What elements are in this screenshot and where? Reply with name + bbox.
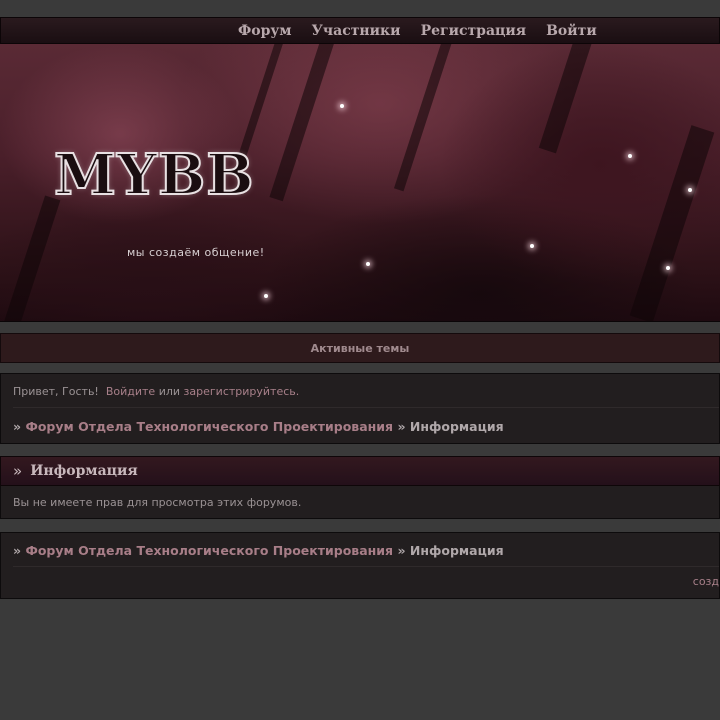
active-topics-link[interactable]: Активные темы	[311, 342, 410, 355]
site-logo[interactable]: MYBB	[53, 141, 255, 209]
breadcrumb: » Форум Отдела Технологического Проектир…	[13, 419, 504, 434]
login-link[interactable]: Войдите	[106, 385, 155, 398]
nav-register[interactable]: Регистрация	[421, 23, 527, 39]
info-message: Вы не имеете прав для просмотра этих фор…	[13, 496, 302, 509]
double-chevron-icon: »	[13, 462, 23, 480]
active-topics-bar: Активные темы	[0, 333, 720, 363]
welcome-text: Привет, Гость! Войдите или зарегистрируй…	[13, 385, 300, 398]
breadcrumb-current: Информация	[409, 419, 504, 434]
nav-forum[interactable]: Форум	[238, 23, 292, 39]
bottom-panel: » Форум Отдела Технологического Проектир…	[0, 532, 720, 599]
info-header: » Информация	[0, 456, 720, 486]
info-body: Вы не имеете прав для просмотра этих фор…	[0, 486, 720, 519]
breadcrumb-forum-link[interactable]: Форум Отдела Технологического Проектиров…	[25, 543, 393, 558]
site-slogan: мы создаём общение!	[127, 246, 265, 259]
breadcrumb-bottom: » Форум Отдела Технологического Проектир…	[13, 543, 504, 558]
divider	[13, 407, 719, 408]
nav-members[interactable]: Участники	[312, 23, 401, 39]
breadcrumb-forum-link[interactable]: Форум Отдела Технологического Проектиров…	[25, 419, 393, 434]
register-link[interactable]: зарегистрируйтесь.	[184, 385, 300, 398]
welcome-panel: Привет, Гость! Войдите или зарегистрируй…	[0, 373, 720, 444]
nav-login[interactable]: Войти	[546, 23, 597, 39]
header-banner: MYBB мы создаём общение!	[0, 44, 720, 322]
top-nav: Форум Участники Регистрация Войти	[0, 17, 720, 44]
footer-credit-link[interactable]: созд	[693, 575, 719, 588]
info-title: Информация	[30, 463, 138, 479]
divider	[13, 566, 719, 567]
breadcrumb-current: Информация	[409, 543, 504, 558]
